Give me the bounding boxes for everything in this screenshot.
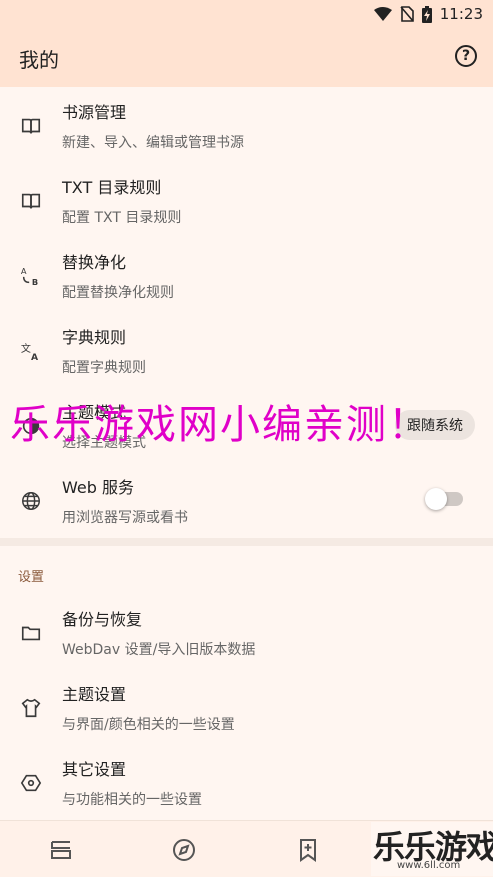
svg-text:A: A: [31, 352, 39, 362]
item-subtitle: 与功能相关的一些设置: [62, 792, 202, 808]
site-logo: 乐乐游戏 www.6ll.com: [371, 822, 493, 876]
menu-item-book-source[interactable]: 书源管理 新建、导入、编辑或管理书源: [0, 87, 493, 162]
item-subtitle: 配置字典规则: [62, 360, 146, 376]
item-subtitle: 用浏览器写源或看书: [62, 510, 188, 526]
tshirt-icon: [20, 697, 42, 719]
toggle-knob: [425, 488, 447, 510]
globe-icon: [20, 490, 42, 512]
menu-item-replace-rule[interactable]: AB 替换净化 配置替换净化规则: [0, 237, 493, 312]
menu-item-web-service[interactable]: Web 服务 用浏览器写源或看书: [0, 462, 493, 537]
bookmark-add-icon[interactable]: [295, 837, 321, 863]
svg-text:B: B: [32, 277, 38, 287]
translate-icon: 文A: [20, 340, 42, 362]
menu-item-dict-rule[interactable]: 文A 字典规则 配置字典规则: [0, 312, 493, 387]
section-divider: [0, 538, 493, 546]
svg-text:A: A: [21, 266, 27, 276]
compass-icon[interactable]: [171, 837, 197, 863]
book-open-icon: [20, 190, 42, 212]
menu-item-txt-toc-rule[interactable]: TXT 目录规则 配置 TXT 目录规则: [0, 162, 493, 237]
item-title: Web 服务: [62, 478, 134, 497]
item-title: 备份与恢复: [62, 610, 143, 629]
folder-icon: [20, 622, 42, 644]
settings-section-header: 设置: [18, 570, 45, 585]
svg-text:文: 文: [21, 342, 31, 355]
hexagon-icon: [20, 772, 42, 794]
item-title: 替换净化: [62, 253, 127, 272]
settings-item-other[interactable]: 其它设置 与功能相关的一些设置: [0, 744, 493, 819]
menu-list: 书源管理 新建、导入、编辑或管理书源 TXT 目录规则 配置 TXT 目录规则 …: [0, 87, 493, 537]
item-title: TXT 目录规则: [62, 178, 162, 197]
page-title: 我的: [19, 48, 59, 72]
no-sim-icon: [400, 6, 414, 22]
item-subtitle: 新建、导入、编辑或管理书源: [62, 135, 244, 151]
app-bar: 我的 ?: [0, 28, 493, 87]
replace-ab-icon: AB: [20, 265, 42, 287]
bookshelf-icon[interactable]: [48, 837, 74, 863]
settings-item-theme[interactable]: 主题设置 与界面/颜色相关的一些设置: [0, 669, 493, 744]
web-service-toggle[interactable]: [425, 488, 463, 510]
clock-time: 11:23: [439, 5, 483, 23]
help-icon[interactable]: ?: [455, 45, 477, 67]
wifi-icon: [373, 7, 392, 21]
item-title: 主题设置: [62, 685, 127, 704]
book-open-icon: [20, 115, 42, 137]
item-subtitle: 与界面/颜色相关的一些设置: [62, 717, 235, 733]
item-title: 字典规则: [62, 328, 127, 347]
settings-list: 备份与恢复 WebDav 设置/导入旧版本数据 主题设置 与界面/颜色相关的一些…: [0, 594, 493, 819]
item-subtitle: 配置 TXT 目录规则: [62, 210, 182, 226]
status-bar: 11:23: [0, 0, 493, 28]
item-title: 书源管理: [62, 103, 127, 122]
watermark-text: 乐乐游戏网小编亲测！: [10, 402, 430, 448]
settings-item-backup[interactable]: 备份与恢复 WebDav 设置/导入旧版本数据: [0, 594, 493, 669]
item-subtitle: 配置替换净化规则: [62, 285, 174, 301]
item-title: 其它设置: [62, 760, 127, 779]
logo-url: www.6ll.com: [397, 860, 461, 871]
battery-charging-icon: [421, 5, 432, 23]
item-subtitle: WebDav 设置/导入旧版本数据: [62, 642, 256, 658]
